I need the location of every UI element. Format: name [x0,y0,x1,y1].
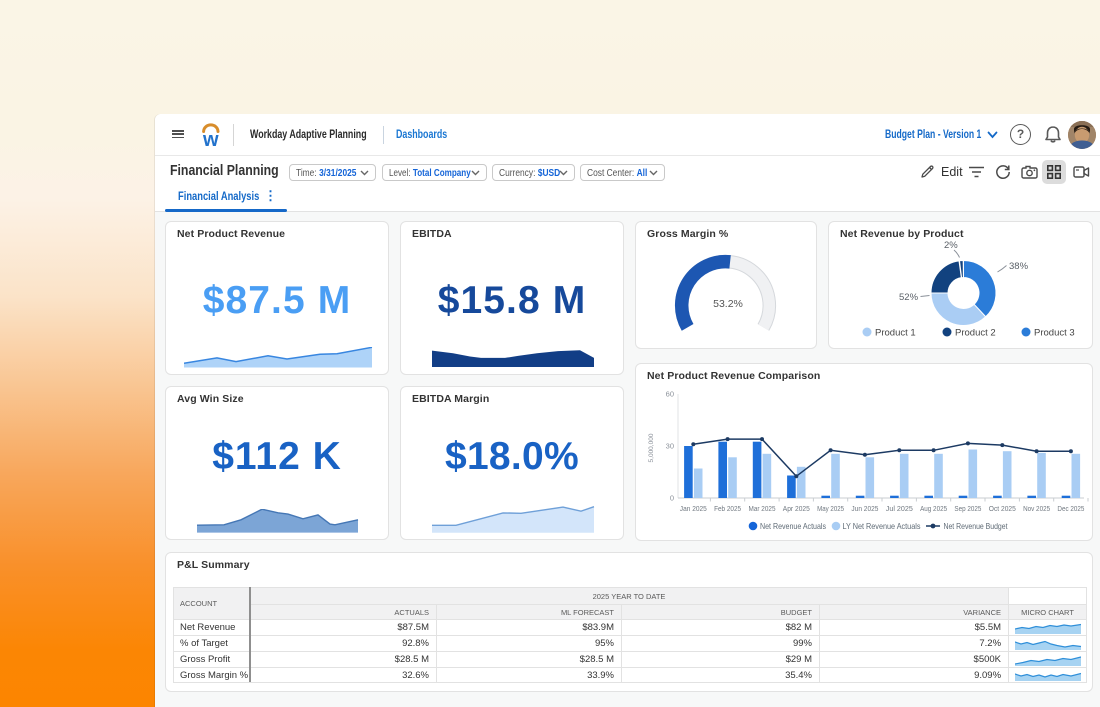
svg-text:Jan 2025: Jan 2025 [680,506,707,513]
svg-text:0: 0 [670,494,674,503]
svg-text:Dec 2025: Dec 2025 [1057,506,1084,513]
svg-text:w: w [202,129,219,149]
svg-text:Net Revenue Actuals: Net Revenue Actuals [760,521,826,531]
svg-text:38%: 38% [1009,261,1029,272]
svg-text:Jul 2025: Jul 2025 [886,506,913,513]
svg-text:30: 30 [666,442,674,451]
svg-text:2%: 2% [944,240,958,251]
svg-text:Product 1: Product 1 [875,328,916,339]
svg-text:May 2025: May 2025 [817,506,844,513]
svg-text:52%: 52% [899,292,919,303]
svg-text:Net Revenue Budget: Net Revenue Budget [944,521,1009,531]
svg-text:Mar 2025: Mar 2025 [749,506,776,513]
svg-text:Aug 2025: Aug 2025 [920,506,947,513]
svg-text:Oct 2025: Oct 2025 [989,506,1016,513]
svg-text:Sep 2025: Sep 2025 [954,506,981,513]
svg-text:53.2%: 53.2% [713,298,743,310]
svg-text:Apr 2025: Apr 2025 [783,506,810,513]
svg-text:Nov 2025: Nov 2025 [1023,506,1050,513]
svg-text:Jun 2025: Jun 2025 [851,506,878,513]
svg-text:Product 2: Product 2 [955,328,996,339]
svg-text:LY Net Revenue Actuals: LY Net Revenue Actuals [843,521,921,531]
svg-text:5,000,000: 5,000,000 [648,433,655,462]
svg-text:Feb 2025: Feb 2025 [714,506,741,513]
svg-text:Product 3: Product 3 [1034,328,1075,339]
svg-text:60: 60 [666,390,674,399]
